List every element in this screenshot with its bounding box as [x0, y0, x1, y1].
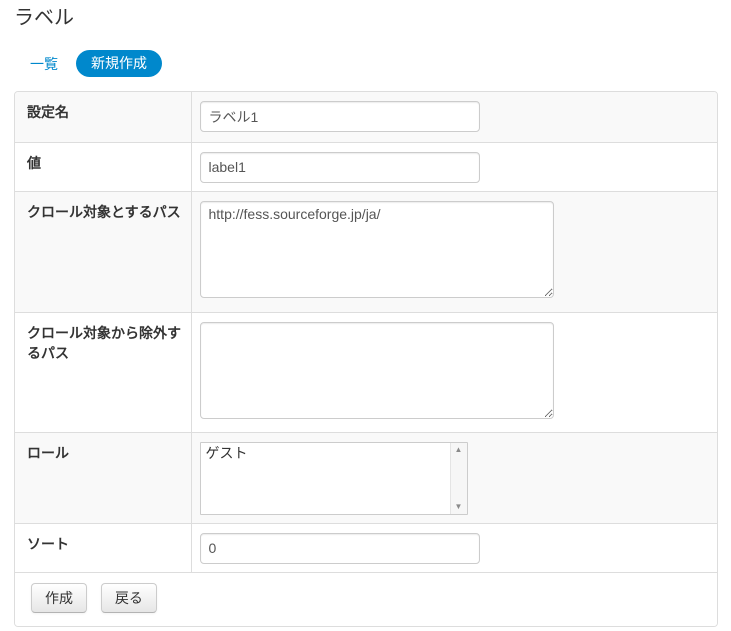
row-setting-name: 設定名 [15, 92, 717, 142]
role-label: ロール [15, 432, 191, 523]
value-input[interactable] [200, 152, 480, 183]
tab-create-new[interactable]: 新規作成 [76, 50, 162, 77]
listbox-scrollbar[interactable]: ▲ ▼ [450, 443, 467, 514]
create-button[interactable]: 作成 [31, 583, 87, 613]
role-option-guest[interactable]: ゲスト [201, 443, 467, 464]
back-button[interactable]: 戻る [101, 583, 157, 613]
scroll-down-icon[interactable]: ▼ [455, 503, 463, 511]
included-paths-textarea[interactable]: http://fess.sourceforge.jp/ja/ [200, 201, 554, 298]
row-included-paths: クロール対象とするパス http://fess.sourceforge.jp/j… [15, 191, 717, 312]
row-role: ロール ゲスト ▲ ▼ [15, 432, 717, 523]
tab-bar: 一覧 新規作成 [30, 50, 718, 77]
included-paths-label: クロール対象とするパス [15, 191, 191, 312]
setting-name-label: 設定名 [15, 92, 191, 142]
role-listbox[interactable]: ゲスト ▲ ▼ [200, 442, 468, 515]
value-label: 値 [15, 142, 191, 191]
scroll-up-icon[interactable]: ▲ [455, 446, 463, 454]
sort-input[interactable] [200, 533, 480, 564]
setting-name-input[interactable] [200, 101, 480, 132]
row-sort: ソート [15, 523, 717, 572]
label-form-table: 設定名 値 クロール対象とするパス http://fess.sourceforg… [15, 92, 717, 626]
tab-list[interactable]: 一覧 [30, 54, 58, 74]
label-admin-page: ラベル 一覧 新規作成 設定名 値 クロー [0, 0, 731, 631]
label-form-panel: 設定名 値 クロール対象とするパス http://fess.sourceforg… [14, 91, 718, 627]
excluded-paths-label: クロール対象から除外するパス [15, 312, 191, 432]
row-value: 値 [15, 142, 717, 191]
excluded-paths-textarea[interactable] [200, 322, 554, 419]
page-title: ラベル [14, 6, 718, 30]
row-excluded-paths: クロール対象から除外するパス [15, 312, 717, 432]
row-actions: 作成 戻る [15, 572, 717, 626]
sort-label: ソート [15, 523, 191, 572]
